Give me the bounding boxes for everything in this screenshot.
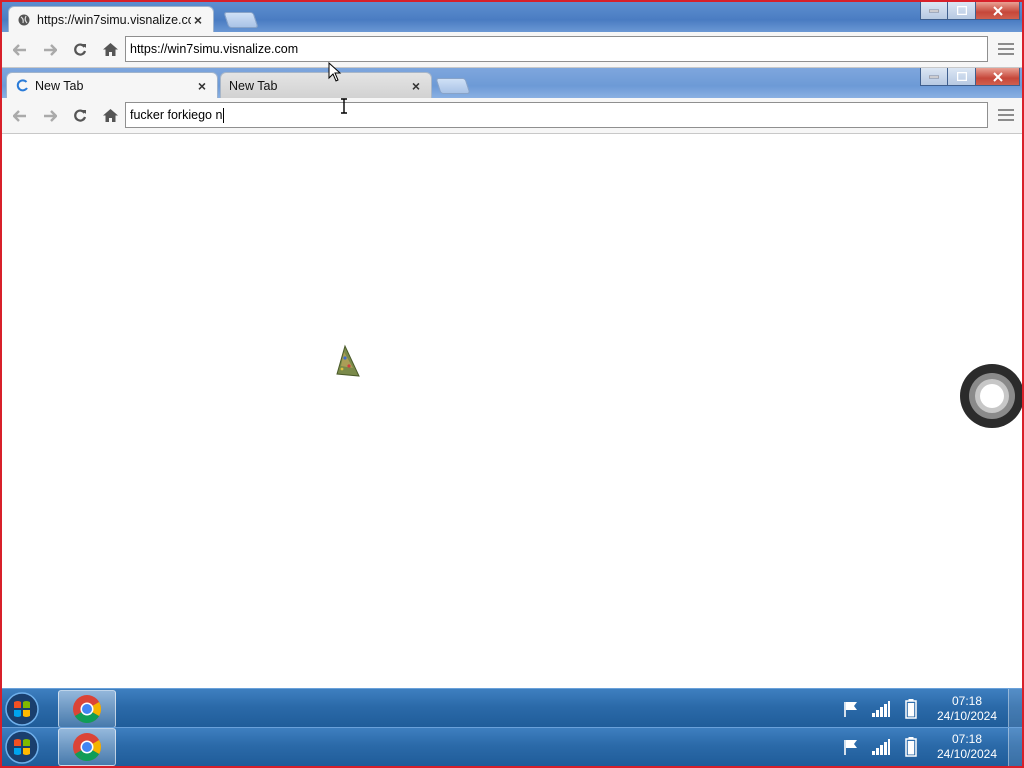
taskbar-chrome-button[interactable] <box>58 728 116 766</box>
address-text: https://win7simu.visnalize.com <box>130 42 299 56</box>
show-desktop-button[interactable] <box>1008 728 1022 766</box>
address-bar[interactable]: https://win7simu.visnalize.com <box>125 36 988 62</box>
page-content[interactable] <box>2 134 1022 686</box>
taskbar: 07:18 24/10/2024 <box>2 727 1022 766</box>
tab-label: https://win7simu.visnalize.com <box>37 12 191 27</box>
back-button[interactable] <box>5 102 35 130</box>
close-tab-icon[interactable]: × <box>409 79 423 93</box>
toolbar: fucker forkiego n <box>2 98 1022 134</box>
close-tab-icon[interactable]: × <box>191 13 205 27</box>
text-caret <box>223 107 225 123</box>
tab-new-tab-active[interactable]: New Tab × <box>6 72 218 98</box>
windows-logo-icon <box>5 691 39 726</box>
chrome-icon <box>73 733 101 761</box>
new-tab-button[interactable] <box>223 12 259 28</box>
action-center-flag-icon[interactable] <box>836 732 866 762</box>
desktop-tree-icon[interactable] <box>333 344 361 381</box>
start-button[interactable] <box>2 690 42 728</box>
maximize-button[interactable] <box>948 68 976 86</box>
forward-arrow-icon <box>44 109 57 122</box>
title-bar: https://win7simu.visnalize.com × <box>2 2 1022 32</box>
address-text: fucker forkiego n <box>130 108 223 122</box>
loading-spinner-icon <box>15 79 29 93</box>
chrome-menu-button[interactable] <box>996 106 1016 124</box>
tab-label: New Tab <box>229 78 278 93</box>
system-tray: 07:18 24/10/2024 <box>836 728 1022 766</box>
reload-button[interactable] <box>65 36 95 64</box>
home-icon <box>102 109 118 122</box>
title-bar: New Tab × New Tab × <box>2 68 1022 98</box>
taskbar-chrome-button[interactable] <box>58 689 116 728</box>
browser-window-front: New Tab × New Tab × fucker forkiego n <box>2 68 1022 134</box>
battery-icon[interactable] <box>896 732 926 762</box>
system-clock[interactable]: 07:18 24/10/2024 <box>926 732 1008 762</box>
windows-logo-icon <box>5 730 39 764</box>
browser-window-back: https://win7simu.visnalize.com × https:/… <box>2 2 1022 68</box>
taskbar: 07:18 24/10/2024 <box>2 688 1022 728</box>
clock-time: 07:18 <box>951 732 983 746</box>
globe-icon <box>17 13 31 27</box>
network-signal-icon[interactable] <box>866 732 896 762</box>
mouse-pointer-icon <box>328 61 342 85</box>
maximize-button[interactable] <box>948 2 976 20</box>
system-clock[interactable]: 07:18 24/10/2024 <box>926 694 1008 724</box>
close-window-button[interactable] <box>976 68 1020 86</box>
reload-icon <box>74 42 87 56</box>
system-tray: 07:18 24/10/2024 <box>836 689 1022 728</box>
home-icon <box>102 43 118 56</box>
clock-time: 07:18 <box>951 693 983 708</box>
minimize-button[interactable] <box>920 2 948 20</box>
network-signal-icon[interactable] <box>866 694 896 724</box>
forward-button[interactable] <box>35 102 65 130</box>
minimize-button[interactable] <box>920 68 948 86</box>
tab-label: New Tab <box>35 78 84 93</box>
assistive-touch-button[interactable] <box>960 364 1024 428</box>
home-button[interactable] <box>95 36 125 64</box>
reload-button[interactable] <box>65 102 95 130</box>
tab-new-tab-inactive[interactable]: New Tab × <box>220 72 432 98</box>
home-button[interactable] <box>95 102 125 130</box>
start-button[interactable] <box>2 728 42 766</box>
battery-icon[interactable] <box>896 694 926 724</box>
clock-date: 24/10/2024 <box>936 708 998 723</box>
chrome-icon <box>73 694 101 723</box>
close-tab-icon[interactable]: × <box>195 79 209 93</box>
chrome-menu-button[interactable] <box>996 40 1016 58</box>
forward-arrow-icon <box>44 43 57 56</box>
tab-win7simu[interactable]: https://win7simu.visnalize.com × <box>8 6 214 32</box>
back-arrow-icon <box>13 43 26 56</box>
address-bar[interactable]: fucker forkiego n <box>125 102 988 128</box>
window-controls <box>920 68 1020 86</box>
toolbar: https://win7simu.visnalize.com <box>2 32 1022 68</box>
clock-date: 24/10/2024 <box>936 747 998 761</box>
action-center-flag-icon[interactable] <box>836 694 866 724</box>
forward-button[interactable] <box>35 36 65 64</box>
window-controls <box>920 2 1020 20</box>
new-tab-button[interactable] <box>435 78 471 94</box>
close-window-button[interactable] <box>976 2 1020 20</box>
back-arrow-icon <box>13 109 26 122</box>
reload-icon <box>74 108 87 122</box>
text-cursor-icon <box>340 98 348 117</box>
show-desktop-button[interactable] <box>1008 689 1022 728</box>
back-button[interactable] <box>5 36 35 64</box>
